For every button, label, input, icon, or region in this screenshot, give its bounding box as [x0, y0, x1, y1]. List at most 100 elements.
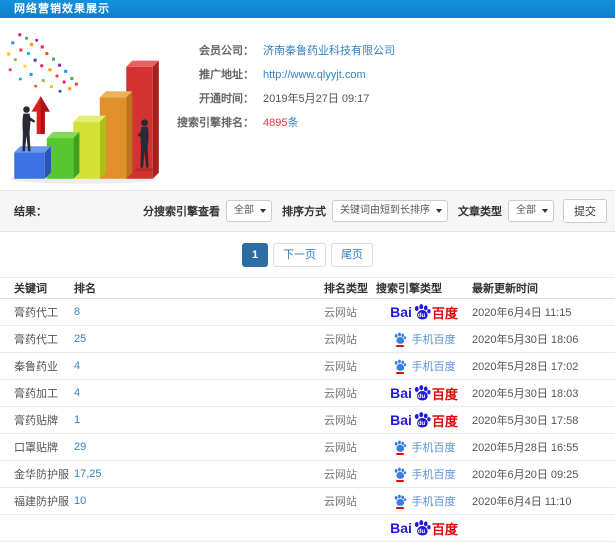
engine-rank-unit: 条: [287, 117, 299, 129]
engine-filter-label: 分搜索引擎查看: [143, 206, 220, 218]
engine-cell: Bai du 百度 手机百度: [376, 352, 472, 380]
rank-type-cell: 云网站: [324, 487, 376, 515]
baidu-mobile-logo: 手机百度: [393, 331, 456, 347]
header-updated: 最新更新时间: [472, 277, 615, 299]
sort-filter-value: 关键词由短到长排序: [340, 205, 430, 216]
engine-filter-select[interactable]: 全部: [226, 200, 272, 222]
table-header-row: 关键词 排名 排名类型 搜索引擎类型 最新更新时间: [0, 277, 615, 299]
baidu-logo-du-text: du: [417, 312, 426, 319]
page-button-current[interactable]: 1: [241, 243, 269, 267]
bar-blue: [14, 146, 51, 179]
baidu-mobile-logo: 手机百度: [393, 439, 456, 455]
rank-type-cell: 云网站: [324, 406, 376, 434]
growth-arrow-icon: [31, 96, 50, 134]
rank-cell[interactable]: 10: [74, 487, 324, 515]
open-time-row: 开通时间： 2019年5月27日 09:17: [168, 90, 395, 105]
baidu-paw-icon: du: [413, 519, 431, 536]
table-row: 膏药加工 4 云网站 Bai du 百度 手机百度 2020年5月30日 18:…: [0, 379, 615, 407]
header-rank-type: 排名类型: [324, 277, 376, 299]
updated-cell: 2020年6月4日 11:15: [472, 298, 615, 326]
keyword-cell: 膏药贴牌: [0, 406, 74, 434]
updated-cell: 2020年5月30日 17:58: [472, 406, 615, 434]
baidu-mobile-paw-icon: [393, 332, 407, 347]
promo-url-row: 推广地址： http://www.qlyyjt.com: [168, 66, 395, 81]
baidu-logo-du-text: du: [417, 420, 426, 427]
article-type-select[interactable]: 全部: [508, 200, 554, 222]
rank-type-cell: 云网站: [324, 379, 376, 407]
engine-rank-count: 4895: [263, 117, 288, 129]
baidu-mobile-label: 手机百度: [411, 469, 456, 481]
promo-url-link[interactable]: http://www.qlyyjt.com: [263, 69, 366, 81]
table-row: Bai du 百度 手机百度: [0, 514, 615, 542]
baidu-mobile-underline: [395, 371, 404, 374]
baidu-mobile-underline: [395, 479, 404, 482]
baidu-logo-cn-text: 百度: [431, 521, 458, 537]
baidu-mobile-logo: 手机百度: [393, 493, 456, 509]
baidu-logo: Bai du 百度: [390, 303, 458, 322]
rank-cell[interactable]: [74, 514, 324, 542]
table-row: 膏药代工 25 云网站 Bai du 百度 手机百度 2020年5月30日 18…: [0, 325, 615, 353]
chevron-down-icon: [542, 209, 548, 213]
marketing-chart-image: [7, 33, 159, 184]
table-row: 膏药代工 8 云网站 Bai du 百度 手机百度 2020年6月4日 11:1…: [0, 298, 615, 326]
baidu-logo: Bai du 百度: [390, 384, 458, 403]
engine-rank-row: 搜索引擎排名： 4895 条: [168, 114, 395, 129]
keyword-cell: 金华防护服: [0, 460, 74, 488]
rank-type-cell: 云网站: [324, 325, 376, 353]
businessman-left: [22, 106, 36, 152]
last-page-button[interactable]: 尾页: [331, 243, 374, 267]
baidu-mobile-paw-icon: [393, 359, 407, 374]
engine-cell: Bai du 百度 手机百度: [376, 487, 472, 515]
rank-type-cell: 云网站: [324, 298, 376, 326]
keyword-cell: 膏药代工: [0, 325, 74, 353]
baidu-mobile-label: 手机百度: [411, 496, 456, 508]
submit-button[interactable]: 提交: [563, 199, 607, 223]
updated-cell: [472, 514, 615, 542]
baidu-logo: Bai du 百度: [390, 519, 458, 538]
company-info-fields: 会员公司： 济南秦鲁药业科技有限公司 推广地址： http://www.qlyy…: [168, 28, 395, 190]
rank-type-cell: 云网站: [324, 460, 376, 488]
engine-cell: Bai du 百度 手机百度: [376, 298, 472, 326]
rank-cell[interactable]: 25: [74, 325, 324, 353]
rank-type-cell: 云网站: [324, 433, 376, 461]
baidu-mobile-logo: 手机百度: [393, 358, 456, 374]
keyword-cell: 膏药代工: [0, 298, 74, 326]
engine-cell: Bai du 百度 手机百度: [376, 514, 472, 542]
baidu-logo-cn-text: 百度: [431, 413, 458, 429]
results-table-body: 膏药代工 8 云网站 Bai du 百度 手机百度 2020年6月4日 11:1…: [0, 298, 615, 542]
result-label: 结果：: [14, 206, 47, 218]
updated-cell: 2020年6月4日 11:10: [472, 487, 615, 515]
baidu-mobile-underline: [395, 506, 404, 509]
rank-cell[interactable]: 1: [74, 406, 324, 434]
rank-cell[interactable]: 17,25: [74, 460, 324, 488]
engine-cell: Bai du 百度 手机百度: [376, 379, 472, 407]
engine-cell: Bai du 百度 手机百度: [376, 325, 472, 353]
rank-type-cell: 云网站: [324, 352, 376, 380]
keyword-cell: [0, 514, 74, 542]
updated-cell: 2020年5月30日 18:03: [472, 379, 615, 407]
updated-cell: 2020年6月20日 09:25: [472, 460, 615, 488]
member-company-row: 会员公司： 济南秦鲁药业科技有限公司: [168, 42, 395, 58]
rank-cell[interactable]: 29: [74, 433, 324, 461]
open-time-value: 2019年5月27日 09:17: [263, 93, 370, 105]
updated-cell: 2020年5月28日 16:55: [472, 433, 615, 461]
rank-cell[interactable]: 4: [74, 352, 324, 380]
updated-cell: 2020年5月30日 18:06: [472, 325, 615, 353]
filter-bar: 结果： 分搜索引擎查看 全部 排序方式 关键词由短到长排序 文章类型 全部 提交: [0, 190, 615, 232]
results-table: 关键词 排名 排名类型 搜索引擎类型 最新更新时间 膏药代工 8 云网站 Bai…: [0, 277, 615, 542]
table-row: 口罩贴牌 29 云网站 Bai du 百度 手机百度 2020年5月28日 16…: [0, 433, 615, 461]
rank-cell[interactable]: 8: [74, 298, 324, 326]
baidu-paw-icon: du: [413, 384, 431, 401]
baidu-logo-bai-text: Bai: [390, 412, 412, 428]
baidu-paw-icon: du: [413, 303, 431, 320]
member-company-label: 会员公司：: [199, 45, 254, 57]
rank-cell[interactable]: 4: [74, 379, 324, 407]
table-row: 膏药贴牌 1 云网站 Bai du 百度 手机百度 2020年5月30日 17:…: [0, 406, 615, 434]
baidu-mobile-underline: [395, 452, 404, 455]
member-company-link[interactable]: 济南秦鲁药业科技有限公司: [263, 42, 395, 58]
keyword-cell: 口罩贴牌: [0, 433, 74, 461]
header-engine-type: 搜索引擎类型: [376, 277, 472, 299]
next-page-button[interactable]: 下一页: [273, 243, 327, 267]
rank-type-cell: [324, 514, 376, 542]
sort-filter-select[interactable]: 关键词由短到长排序: [332, 200, 448, 222]
